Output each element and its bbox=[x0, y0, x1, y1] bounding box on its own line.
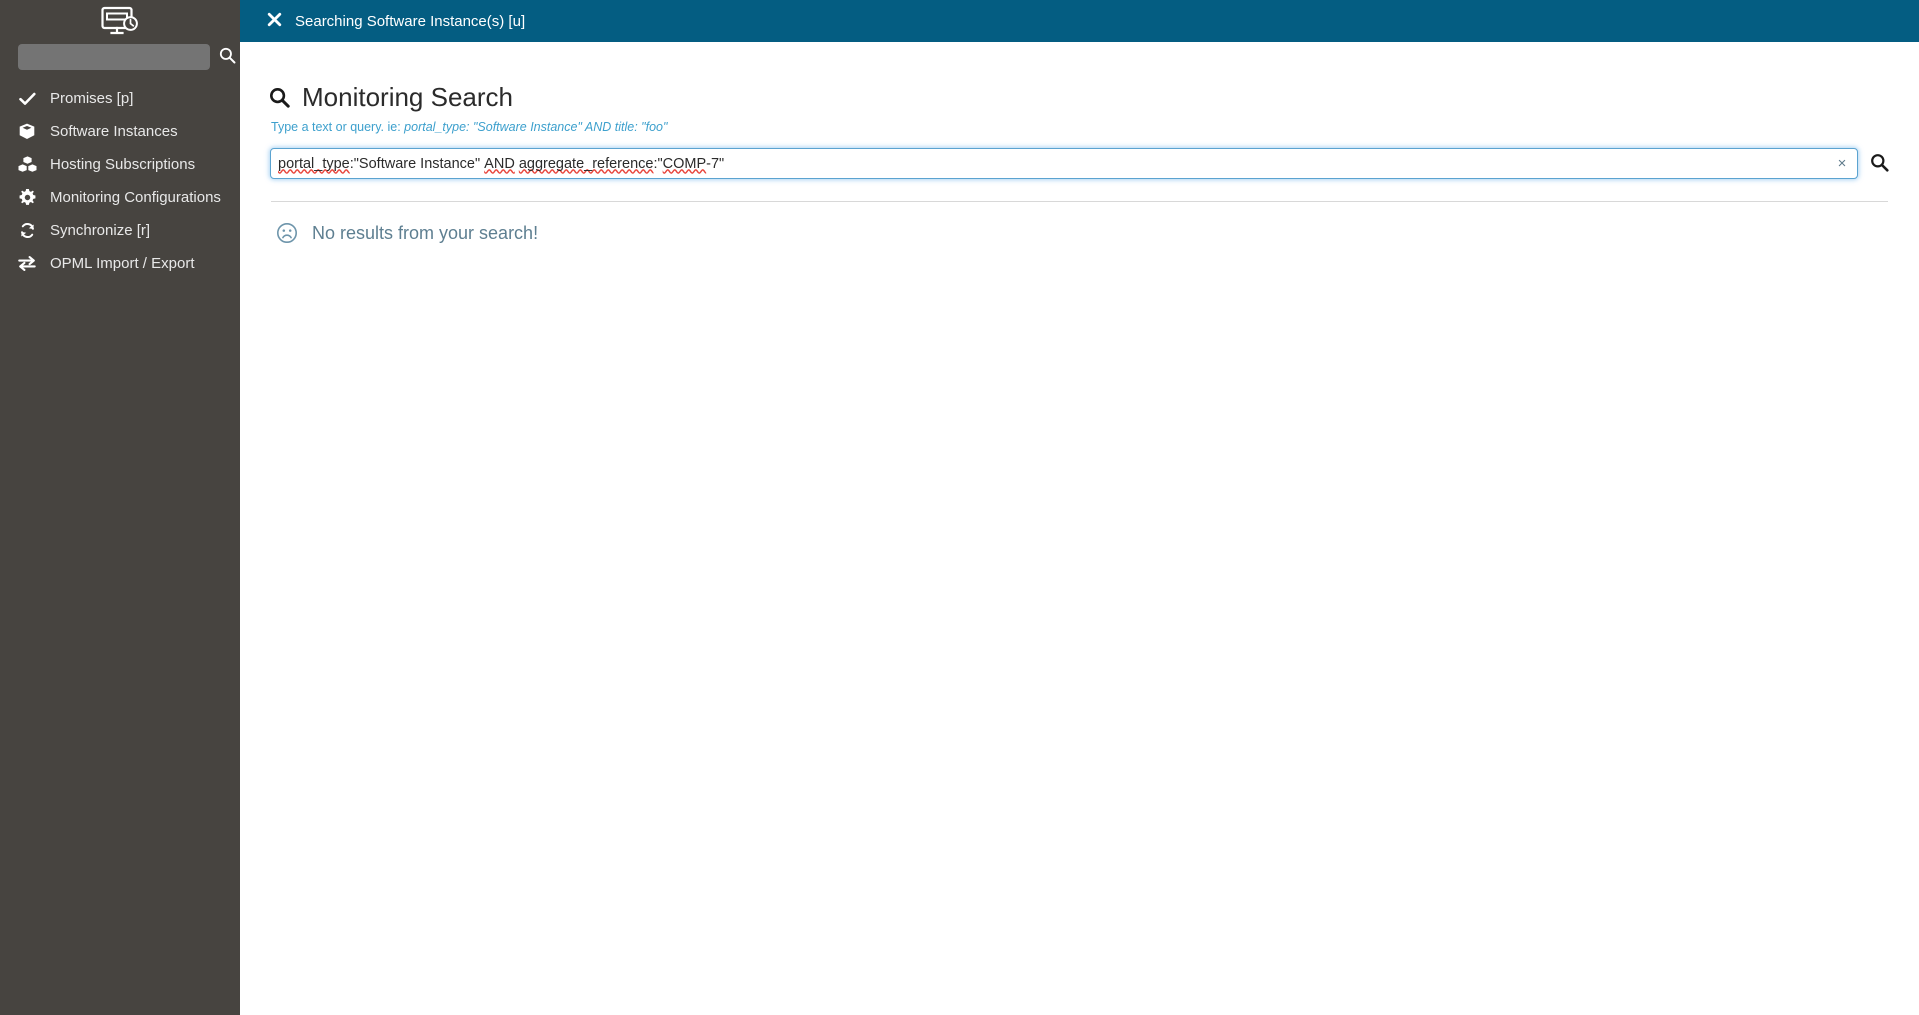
topbar-title: Searching Software Instance(s) [u] bbox=[295, 12, 526, 30]
close-icon bbox=[267, 12, 282, 30]
search-hint-prefix: Type a text or query. ie: bbox=[271, 120, 405, 134]
sidebar-item-label: Monitoring Configurations bbox=[50, 189, 221, 206]
sidebar-item-opml-import-export[interactable]: OPML Import / Export bbox=[0, 247, 240, 280]
check-icon bbox=[13, 92, 41, 106]
sidebar-item-promises[interactable]: Promises [p] bbox=[0, 82, 240, 115]
search-input[interactable] bbox=[270, 148, 1858, 179]
sidebar-item-label: Software Instances bbox=[50, 123, 178, 140]
sidebar-search-input[interactable] bbox=[18, 44, 210, 70]
topbar-close-button[interactable] bbox=[267, 12, 282, 30]
gear-icon bbox=[13, 189, 41, 206]
no-results-text: No results from your search! bbox=[312, 223, 539, 243]
sidebar-item-label: Hosting Subscriptions bbox=[50, 156, 196, 173]
sidebar-item-software-instances[interactable]: Software Instances bbox=[0, 115, 240, 148]
sidebar-item-synchronize[interactable]: Synchronize [r] bbox=[0, 214, 240, 247]
no-results-message: No results from your search! bbox=[276, 222, 1893, 244]
search-hint: Type a text or query. ie: portal_type: "… bbox=[271, 120, 1893, 135]
search-field: portal_type:"Software Instance" AND aggr… bbox=[270, 148, 1858, 179]
sidebar-item-label: OPML Import / Export bbox=[50, 255, 195, 272]
search-bar: portal_type:"Software Instance" AND aggr… bbox=[270, 148, 1893, 179]
monitor-clock-icon bbox=[100, 6, 140, 36]
search-icon bbox=[1870, 153, 1889, 175]
search-icon bbox=[269, 87, 290, 108]
content-divider bbox=[271, 201, 1888, 202]
cubes-icon bbox=[13, 156, 41, 173]
sidebar-nav: Promises [p] Software Instances Hosting … bbox=[0, 82, 240, 280]
topbar: Searching Software Instance(s) [u] bbox=[240, 0, 1919, 42]
app-root: Promises [p] Software Instances Hosting … bbox=[0, 0, 1919, 1015]
app-logo[interactable] bbox=[0, 2, 240, 40]
cube-icon bbox=[13, 123, 41, 140]
exchange-icon bbox=[13, 256, 41, 271]
sidebar-item-hosting-subscriptions[interactable]: Hosting Subscriptions bbox=[0, 148, 240, 181]
frown-icon bbox=[276, 222, 298, 244]
sidebar-item-label: Synchronize [r] bbox=[50, 222, 151, 239]
sidebar-search-button[interactable] bbox=[219, 44, 236, 70]
page-title: Monitoring Search bbox=[302, 82, 513, 112]
content-area: Monitoring Search Type a text or query. … bbox=[240, 42, 1919, 1015]
search-clear-button[interactable]: × bbox=[1834, 148, 1850, 179]
page-header: Monitoring Search bbox=[266, 42, 1893, 110]
main-area: Searching Software Instance(s) [u] Monit… bbox=[240, 0, 1919, 1015]
sidebar: Promises [p] Software Instances Hosting … bbox=[0, 0, 240, 1015]
sync-icon bbox=[13, 222, 41, 239]
sidebar-search bbox=[0, 44, 240, 70]
search-hint-example: portal_type: "Software Instance" AND tit… bbox=[404, 120, 668, 134]
search-icon bbox=[219, 47, 236, 67]
sidebar-item-label: Promises [p] bbox=[50, 90, 134, 107]
search-submit-button[interactable] bbox=[1870, 153, 1889, 175]
sidebar-item-monitoring-configurations[interactable]: Monitoring Configurations bbox=[0, 181, 240, 214]
